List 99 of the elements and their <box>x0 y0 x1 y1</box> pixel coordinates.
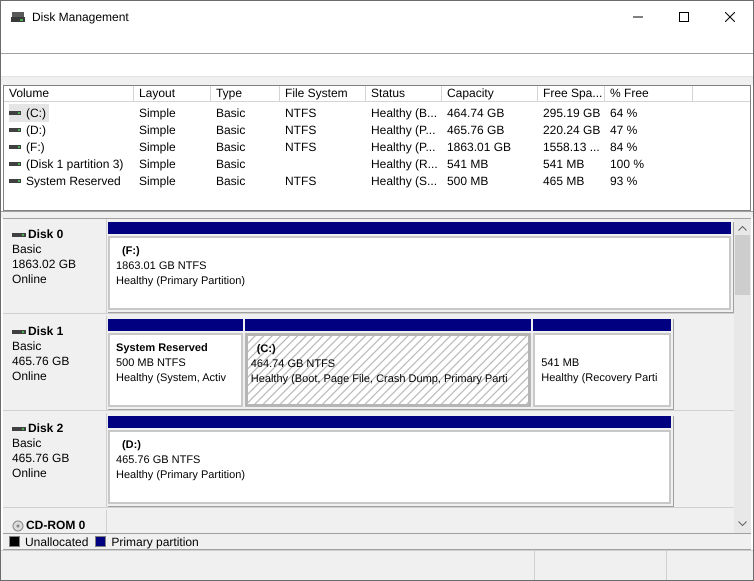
table-cell-text: 541 MB <box>446 156 490 172</box>
table-cell-text: Basic <box>215 122 246 138</box>
table-cell-text: 64 % <box>609 104 638 122</box>
table-cell-text: NTFS <box>284 122 318 138</box>
list-item[interactable]: (Disk 1 partition 3) <box>9 154 126 172</box>
partition-detail: Healthy (Primary Partition) <box>116 274 246 289</box>
disk-name: CD-ROM 0 <box>26 518 86 533</box>
disk-info-panel[interactable]: Disk 0 Basic 1863.02 GB Online <box>3 219 107 314</box>
table-cell-text: NTFS <box>284 172 318 190</box>
partition-box[interactable]: (C:) 464.74 GB NTFS Healthy (Boot, Page File, Crash Dump, Primary Parti <box>244 333 532 407</box>
disk-detail: Online <box>12 466 48 481</box>
list-item[interactable]: (F:) <box>9 138 48 156</box>
partition-detail: 500 MB NTFS <box>116 356 187 371</box>
table-cell-text: Healthy (S... <box>370 172 438 190</box>
legend-label: Primary partition <box>111 534 199 550</box>
disk-name: Disk 1 <box>28 324 64 339</box>
volume-icon <box>9 128 21 132</box>
disk-detail: Online <box>12 272 48 287</box>
table-cell-text: NTFS <box>284 138 318 156</box>
table-cell-text: NTFS <box>284 104 318 122</box>
column-header[interactable]: Volume <box>4 86 134 101</box>
disk-detail: 1863.02 GB <box>12 257 78 272</box>
disk-drive-icon <box>11 11 25 23</box>
table-cell-text: Simple <box>138 122 177 138</box>
partition-detail: Healthy (Recovery Parti <box>541 371 658 386</box>
disk-detail: Basic <box>12 436 42 451</box>
table-cell-text: 500 MB <box>446 172 490 190</box>
partition-detail: Healthy (System, Activ <box>116 371 228 386</box>
column-header[interactable]: Status <box>366 86 442 101</box>
window-title: Disk Management <box>32 9 129 26</box>
table-cell-text: Basic <box>215 156 246 172</box>
list-item[interactable]: (D:) <box>9 120 49 138</box>
table-cell-text: Basic <box>215 138 246 156</box>
column-header[interactable]: Layout <box>134 86 211 101</box>
partition-box[interactable]: (F:) 1863.01 GB NTFS Healthy (Primary Partition) <box>108 236 731 310</box>
table-cell-text: 465.76 GB <box>446 122 506 138</box>
table-cell-text: 1863.01 GB <box>446 138 512 156</box>
partition-box[interactable]: 541 MB Healthy (Recovery Parti <box>533 333 671 407</box>
disk-info-panel[interactable]: Disk 1 Basic 465.76 GB Online <box>3 316 107 411</box>
scroll-up-icon <box>738 225 747 231</box>
disk-detail: 465.76 GB <box>12 451 70 466</box>
disk-name: Disk 0 <box>28 227 64 242</box>
disk-name: Disk 2 <box>28 421 64 436</box>
disk-detail: Basic <box>12 339 42 354</box>
table-cell-text: 93 % <box>609 172 638 190</box>
table-cell-text: 220.24 GB <box>542 122 602 138</box>
disk-info-panel[interactable]: Disk 2 Basic 465.76 GB Online <box>3 413 107 508</box>
partition-label: (C:) <box>256 342 277 357</box>
table-cell-text: Healthy (R... <box>370 156 439 172</box>
table-cell-text: Healthy (P... <box>370 122 436 138</box>
table-cell-text: Healthy (B... <box>370 104 438 122</box>
scrollbar[interactable] <box>734 219 751 533</box>
table-cell-text: Basic <box>215 172 246 190</box>
legend-label: Unallocated <box>25 534 88 550</box>
table-cell-text: 541 MB <box>542 156 586 172</box>
column-header[interactable]: Free Spa... <box>538 86 605 101</box>
close-icon <box>725 12 735 22</box>
partition-detail: 464.74 GB NTFS <box>250 357 336 372</box>
partition-detail: 465.76 GB NTFS <box>116 453 202 468</box>
table-cell-text: Simple <box>138 104 177 122</box>
partition-box[interactable]: System Reserved 500 MB NTFS Healthy (System, Activ <box>108 333 243 407</box>
volume-icon <box>9 110 21 114</box>
table-cell-text: Basic <box>215 104 246 122</box>
table-cell-text: Simple <box>138 156 177 172</box>
list-item[interactable]: (C:) <box>9 104 49 122</box>
column-header[interactable]: Type <box>211 86 280 101</box>
disk-detail: Online <box>12 369 48 384</box>
table-cell-text: 465 MB <box>542 172 586 190</box>
column-header[interactable]: File System <box>280 86 366 101</box>
partition-detail: Healthy (Boot, Page File, Crash Dump, Primary Parti <box>250 372 509 387</box>
column-header[interactable]: Capacity <box>442 86 538 101</box>
table-cell-text: 464.74 GB <box>446 104 506 122</box>
partition-detail: 541 MB <box>541 356 580 371</box>
table-cell-text: Simple <box>138 172 177 190</box>
partition-box[interactable]: (D:) 465.76 GB NTFS Healthy (Primary Partition) <box>108 430 671 504</box>
splitter-bar[interactable] <box>1 211 753 218</box>
table-cell-text: 295.19 GB <box>542 104 602 122</box>
partition-label: (D:) <box>121 438 142 453</box>
maximize-icon <box>679 12 689 22</box>
partition-detail: 1863.01 GB NTFS <box>116 259 208 274</box>
table-cell-text: Simple <box>138 138 177 156</box>
volume-icon <box>9 144 21 148</box>
partition-label: System Reserved <box>116 341 209 356</box>
partition-detail: Healthy (Primary Partition) <box>116 468 246 483</box>
table-cell-text: 100 % <box>609 156 646 172</box>
list-item[interactable]: System Reserved <box>9 172 124 190</box>
volume-icon <box>9 178 21 182</box>
disk-detail: Basic <box>12 242 42 257</box>
disk-detail: 465.76 GB <box>12 354 70 369</box>
table-cell-text: 84 % <box>609 138 638 156</box>
table-cell-text: Healthy (P... <box>370 138 436 156</box>
table-cell-text: 47 % <box>609 122 638 138</box>
table-cell-text: 1558.13 ... <box>542 138 601 156</box>
volume-icon <box>9 162 21 166</box>
scroll-down-icon <box>738 521 747 527</box>
disc-icon <box>12 520 24 532</box>
column-header[interactable]: % Free <box>605 86 693 101</box>
partition-label: (F:) <box>121 244 141 259</box>
scrollbar-thumb[interactable] <box>735 235 750 295</box>
